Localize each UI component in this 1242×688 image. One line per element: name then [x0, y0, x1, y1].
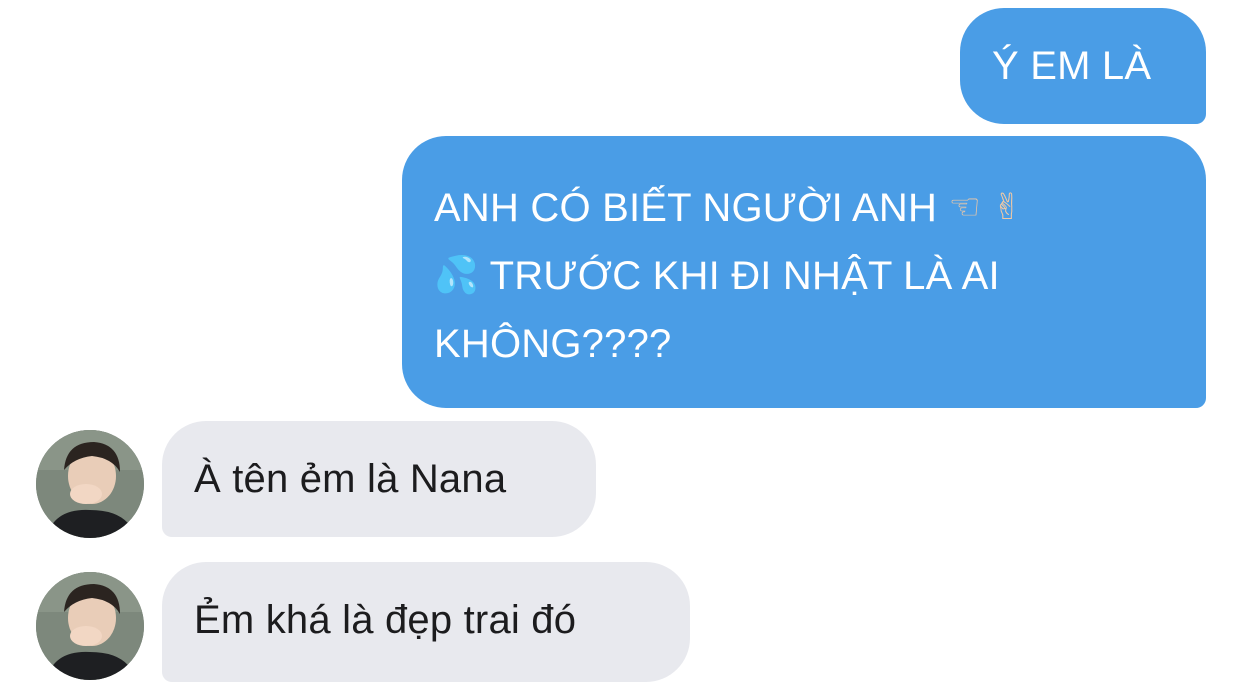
ok-hand-emoji-icon: ✌	[992, 187, 1023, 228]
outgoing-message-bubble[interactable]: ANH CÓ BIẾT NGƯỜI ANH ☜ ✌ 💦 TRƯỚC KHI ĐI…	[402, 136, 1206, 408]
incoming-message-bubble[interactable]: À tên ẻm là Nana	[162, 421, 596, 537]
chat-thread: Ý EM LÀ ANH CÓ BIẾT NGƯỜI ANH ☜ ✌ 💦 TRƯỚ…	[0, 0, 1242, 688]
message-text: ANH CÓ BIẾT NGƯỜI ANH	[434, 186, 938, 230]
message-line: ANH CÓ BIẾT NGƯỜI ANH ☜ ✌	[434, 174, 1166, 242]
pointing-hand-emoji-icon: ☜	[948, 187, 981, 228]
message-text: À tên ẻm là Nana	[194, 457, 507, 501]
incoming-message-bubble[interactable]: Ẻm khá là đẹp trai đó	[162, 562, 690, 682]
message-text: KHÔNG????	[434, 322, 672, 366]
avatar-photo-icon	[36, 572, 144, 680]
contact-avatar[interactable]	[36, 430, 144, 538]
message-text: Ẻm khá là đẹp trai đó	[194, 598, 577, 642]
avatar-photo-icon	[36, 430, 144, 538]
message-line: 💦 TRƯỚC KHI ĐI NHẬT LÀ AI	[434, 242, 1166, 310]
message-text: TRƯỚC KHI ĐI NHẬT LÀ AI	[489, 254, 1000, 298]
message-text: Ý EM LÀ	[992, 44, 1152, 88]
sweat-droplets-emoji-icon: 💦	[434, 255, 480, 296]
contact-avatar[interactable]	[36, 572, 144, 680]
outgoing-message-bubble[interactable]: Ý EM LÀ	[960, 8, 1206, 124]
message-line: KHÔNG????	[434, 310, 1166, 378]
